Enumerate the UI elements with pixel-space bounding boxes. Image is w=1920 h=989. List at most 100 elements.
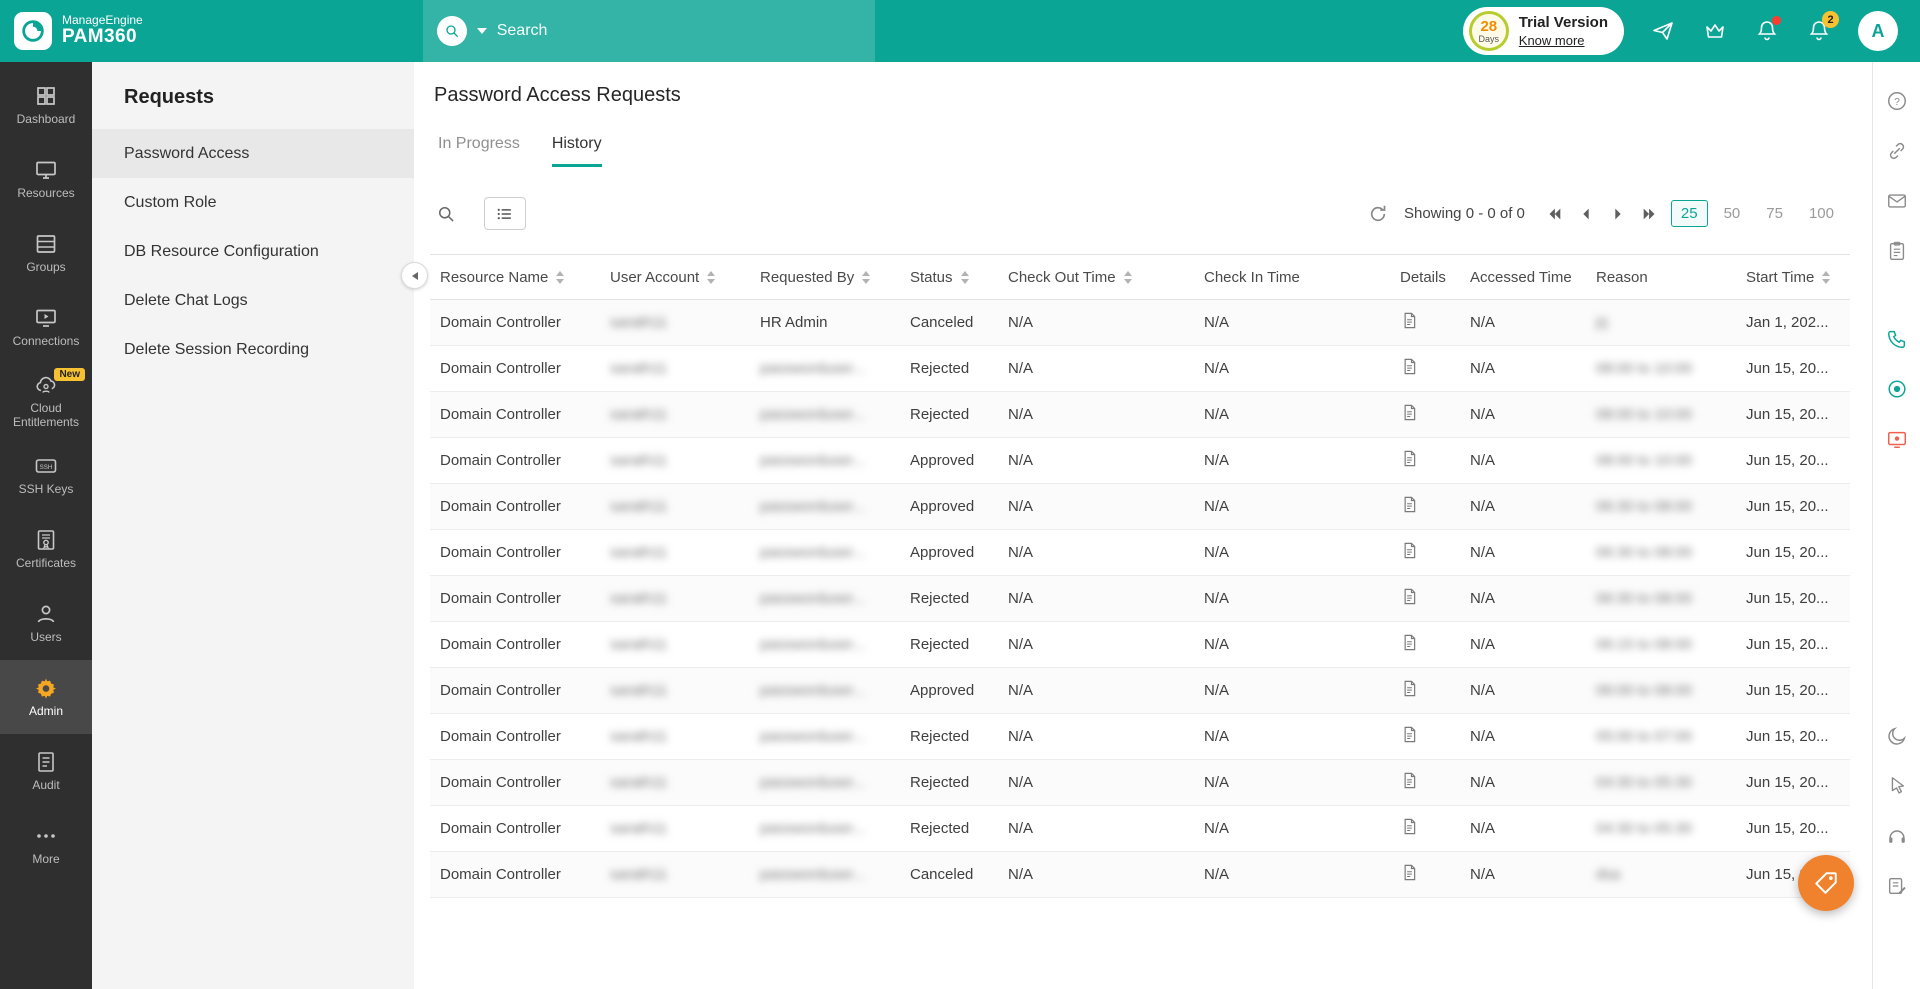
table-row[interactable]: Domain Controller sarath11 passworduser.…	[430, 484, 1850, 530]
dark-mode-icon[interactable]	[1884, 723, 1910, 749]
table-row[interactable]: Domain Controller sarath11 passworduser.…	[430, 392, 1850, 438]
details-icon[interactable]	[1400, 817, 1419, 836]
details-icon[interactable]	[1400, 771, 1419, 790]
cell-resource-name: Domain Controller	[430, 484, 600, 530]
know-more-link[interactable]: Know more	[1519, 33, 1608, 48]
sort-icon[interactable]	[961, 271, 969, 284]
sidebar-item-connections[interactable]: Connections	[0, 290, 92, 364]
table-row[interactable]: Domain Controller sarath11 passworduser.…	[430, 530, 1850, 576]
search-icon[interactable]	[437, 16, 467, 46]
sort-icon[interactable]	[1124, 271, 1132, 284]
table-toolbar: Showing 0 - 0 of 0 25 50 75 100	[430, 197, 1850, 230]
script-icon[interactable]	[1884, 238, 1910, 264]
next-page-button[interactable]	[1607, 203, 1629, 225]
column-header-resource-name[interactable]: Resource Name	[430, 255, 600, 300]
last-page-button[interactable]	[1639, 203, 1661, 225]
details-icon[interactable]	[1400, 863, 1419, 882]
crown-upgrade-icon[interactable]	[1702, 18, 1728, 44]
notifications-bell-icon[interactable]: 2	[1806, 18, 1832, 44]
sidebar-item-resources[interactable]: Resources	[0, 142, 92, 216]
details-icon[interactable]	[1400, 541, 1419, 560]
global-search[interactable]	[423, 0, 875, 62]
help-icon[interactable]: ?	[1884, 88, 1910, 114]
sidebar-item-more[interactable]: More	[0, 808, 92, 882]
subnav-item-password-access[interactable]: Password Access	[92, 129, 414, 178]
phone-icon[interactable]	[1884, 326, 1910, 352]
tab-history[interactable]: History	[552, 135, 602, 167]
table-row[interactable]: Domain Controller sarath11 passworduser.…	[430, 576, 1850, 622]
redacted-user-account: sarath11	[610, 866, 667, 883]
table-row[interactable]: Domain Controller sarath11 passworduser.…	[430, 346, 1850, 392]
headset-icon[interactable]	[1884, 823, 1910, 849]
column-chooser-button[interactable]	[484, 197, 526, 230]
column-header-user-account[interactable]: User Account	[600, 255, 750, 300]
alerts-bell-icon[interactable]	[1754, 18, 1780, 44]
cell-check-in-time: N/A	[1194, 346, 1390, 392]
support-tag-fab[interactable]	[1798, 855, 1854, 911]
table-search-icon[interactable]	[436, 204, 456, 224]
table-row[interactable]: Domain Controller sarath11 passworduser.…	[430, 760, 1850, 806]
details-icon[interactable]	[1400, 449, 1419, 468]
notes-icon[interactable]	[1884, 873, 1910, 899]
page-size-100[interactable]: 100	[1799, 200, 1844, 227]
subnav-item-db-resource-configuration[interactable]: DB Resource Configuration	[92, 227, 414, 276]
details-icon[interactable]	[1400, 725, 1419, 744]
subnav-item-custom-role[interactable]: Custom Role	[92, 178, 414, 227]
subnav-item-delete-chat-logs[interactable]: Delete Chat Logs	[92, 276, 414, 325]
table-row[interactable]: Domain Controller sarath11 passworduser.…	[430, 668, 1850, 714]
table-row[interactable]: Domain Controller sarath11 passworduser.…	[430, 438, 1850, 484]
column-header-requested-by[interactable]: Requested By	[750, 255, 900, 300]
details-icon[interactable]	[1400, 495, 1419, 514]
pointer-icon[interactable]	[1884, 773, 1910, 799]
sort-icon[interactable]	[707, 271, 715, 284]
column-header-check-out-time[interactable]: Check Out Time	[998, 255, 1194, 300]
first-page-button[interactable]	[1543, 203, 1565, 225]
table-row[interactable]: Domain Controller sarath11 HR Admin Canc…	[430, 300, 1850, 346]
details-icon[interactable]	[1400, 587, 1419, 606]
sort-icon[interactable]	[556, 271, 564, 284]
page-size-25[interactable]: 25	[1671, 200, 1708, 227]
details-icon[interactable]	[1400, 311, 1419, 330]
search-input[interactable]	[497, 22, 861, 40]
remote-session-icon[interactable]	[1884, 376, 1910, 402]
search-scope-caret-icon[interactable]	[477, 28, 487, 34]
cell-user-account: sarath11	[600, 346, 750, 392]
subnav-item-delete-session-recording[interactable]: Delete Session Recording	[92, 325, 414, 374]
previous-page-button[interactable]	[1575, 203, 1597, 225]
sort-icon[interactable]	[1822, 271, 1830, 284]
table-row[interactable]: Domain Controller sarath11 passworduser.…	[430, 622, 1850, 668]
details-icon[interactable]	[1400, 633, 1419, 652]
send-feedback-icon[interactable]	[1650, 18, 1676, 44]
avatar[interactable]: A	[1858, 11, 1898, 51]
column-header-start-time[interactable]: Start Time	[1736, 255, 1850, 300]
cell-accessed-time: N/A	[1460, 760, 1586, 806]
column-label: Check Out Time	[1008, 269, 1116, 286]
sidebar-item-cloud-entitlements[interactable]: New Cloud Entitlements	[0, 364, 92, 438]
mail-icon[interactable]	[1884, 188, 1910, 214]
sidebar-item-users[interactable]: Users	[0, 586, 92, 660]
link-icon[interactable]	[1884, 138, 1910, 164]
sidebar-item-groups[interactable]: Groups	[0, 216, 92, 290]
brand-logo[interactable]: ManageEngine PAM360	[0, 12, 157, 50]
sidebar-item-audit[interactable]: Audit	[0, 734, 92, 808]
sort-icon[interactable]	[862, 271, 870, 284]
column-header-status[interactable]: Status	[900, 255, 998, 300]
screen-share-icon[interactable]	[1884, 426, 1910, 452]
page-size-75[interactable]: 75	[1756, 200, 1793, 227]
sidebar-item-admin[interactable]: Admin	[0, 660, 92, 734]
details-icon[interactable]	[1400, 357, 1419, 376]
page-size-50[interactable]: 50	[1714, 200, 1751, 227]
table-row[interactable]: Domain Controller sarath11 passworduser.…	[430, 852, 1850, 898]
table-row[interactable]: Domain Controller sarath11 passworduser.…	[430, 806, 1850, 852]
tab-in-progress[interactable]: In Progress	[438, 135, 520, 167]
column-label: Details	[1400, 269, 1446, 286]
sidebar-item-dashboard[interactable]: Dashboard	[0, 68, 92, 142]
details-icon[interactable]	[1400, 403, 1419, 422]
details-icon[interactable]	[1400, 679, 1419, 698]
collapse-subnav-button[interactable]	[401, 262, 428, 289]
sidebar-item-ssh-keys[interactable]: SSH SSH Keys	[0, 438, 92, 512]
trial-version-pill[interactable]: 28 Days Trial Version Know more	[1463, 7, 1624, 55]
sidebar-item-certificates[interactable]: Certificates	[0, 512, 92, 586]
refresh-icon[interactable]	[1368, 204, 1388, 224]
table-row[interactable]: Domain Controller sarath11 passworduser.…	[430, 714, 1850, 760]
